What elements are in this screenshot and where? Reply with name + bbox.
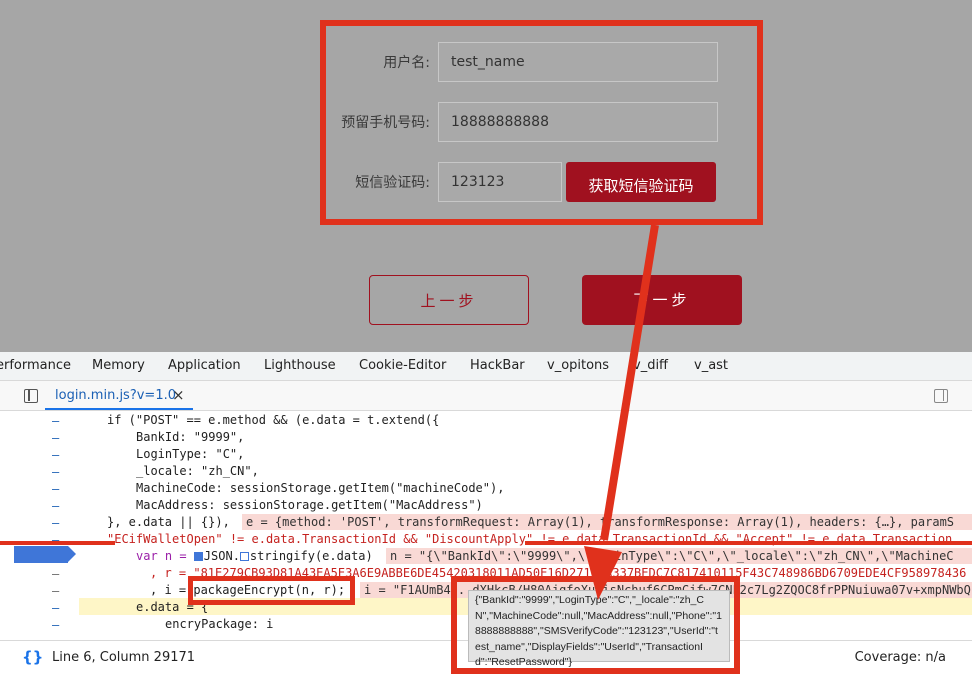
arrow-annotation [584, 224, 659, 600]
